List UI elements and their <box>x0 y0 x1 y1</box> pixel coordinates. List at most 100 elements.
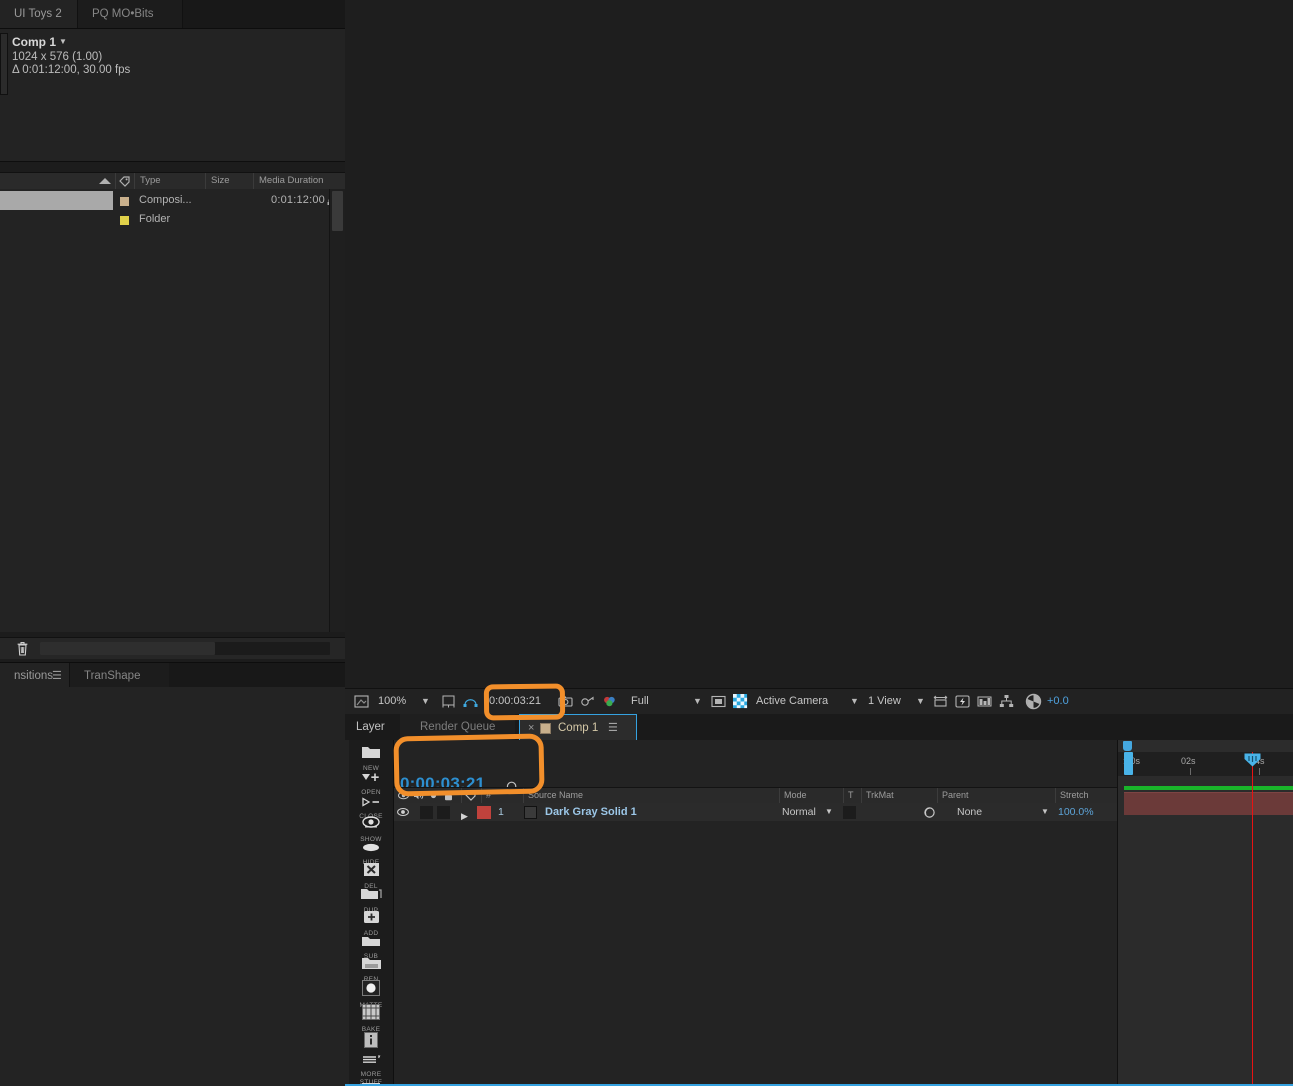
camera-view-value[interactable]: Active Camera <box>756 689 828 714</box>
table-row[interactable]: Folder <box>0 210 345 229</box>
timeline-layer-list <box>393 821 1163 1086</box>
resolution-chevron-down-icon[interactable]: ▼ <box>693 689 702 714</box>
label-tag-icon <box>119 176 130 187</box>
comp-color-swatch <box>540 723 551 734</box>
scrollbar-thumb[interactable] <box>40 642 215 655</box>
pixel-aspect-correction-icon[interactable] <box>933 694 948 709</box>
column-mode[interactable]: Mode <box>779 788 839 803</box>
fast-previews-icon[interactable] <box>955 694 970 709</box>
tool-new[interactable]: NEW <box>349 744 393 772</box>
table-row[interactable]: Composi... 0:01:12:00 <box>0 191 345 210</box>
column-index[interactable]: # <box>481 788 513 803</box>
work-area-start-icon[interactable] <box>1124 752 1133 775</box>
comp-name-row[interactable]: Comp 1 ▼ <box>12 35 130 51</box>
solo-toggle[interactable] <box>437 806 450 819</box>
tab-label: UI Toys 2 <box>14 8 62 20</box>
tab-comp-1[interactable]: × Comp 1 ☰ <box>519 714 637 740</box>
column-trkmat[interactable]: TrkMat <box>861 788 937 803</box>
magnification-value[interactable]: 100% <box>378 689 406 714</box>
project-vertical-scrollbar[interactable] <box>329 189 345 632</box>
audio-toggle[interactable] <box>420 806 433 819</box>
parent-chevron-down-icon[interactable]: ▼ <box>1041 803 1049 821</box>
item-name-cell[interactable] <box>0 210 113 229</box>
view-layout-chevron-down-icon[interactable]: ▼ <box>916 689 925 714</box>
sort-ascending-icon[interactable] <box>98 177 112 185</box>
layer-stretch[interactable]: 100.0% <box>1058 803 1094 821</box>
column-size[interactable]: Size <box>205 173 253 189</box>
subtract-folder-icon <box>362 937 380 946</box>
tool-ren[interactable]: REN <box>349 956 393 983</box>
eye-icon[interactable] <box>398 790 409 801</box>
work-area-bar[interactable] <box>1124 786 1293 790</box>
grid-and-guides-icon[interactable] <box>441 694 456 709</box>
project-horizontal-scrollbar[interactable] <box>40 642 330 655</box>
time-ruler[interactable]: :00s 02s 4s <box>1118 752 1293 777</box>
layer-label-color[interactable] <box>477 806 491 819</box>
lock-icon[interactable] <box>443 790 454 801</box>
timeline-graph-area[interactable]: :00s 02s 4s <box>1117 740 1293 1086</box>
view-layout-value[interactable]: 1 View <box>868 689 901 714</box>
layer-parent[interactable]: None <box>957 803 982 821</box>
tab-label: Layer <box>356 721 385 733</box>
current-time-indicator-icon[interactable] <box>1244 753 1261 767</box>
viewer-timecode[interactable]: 0:00:03:21 <box>489 689 541 714</box>
column-t[interactable]: T <box>843 788 861 803</box>
tab-render-queue[interactable]: Render Queue <box>400 714 516 740</box>
mask-path-visibility-icon[interactable] <box>463 694 478 709</box>
project-info-header: Comp 1 ▼ 1024 x 576 (1.00) Δ 0:01:12:00, … <box>0 29 345 162</box>
camera-view-chevron-down-icon[interactable]: ▼ <box>850 689 859 714</box>
comp-flowchart-icon[interactable] <box>999 694 1014 709</box>
table-row[interactable]: ▶ 1 Dark Gray Solid 1 Normal ▼ None ▼ 10… <box>393 803 1163 822</box>
transparency-grid-icon[interactable] <box>733 694 748 709</box>
item-type: Composi... <box>139 194 192 206</box>
column-name[interactable] <box>0 173 110 189</box>
tab-ui-toys-2[interactable]: UI Toys 2 <box>0 0 78 28</box>
time-navigator-start-handle[interactable] <box>1123 741 1132 751</box>
layer-duration-bar[interactable] <box>1124 792 1293 815</box>
item-name-cell[interactable] <box>0 191 113 210</box>
tool-open[interactable]: OPEN <box>349 770 393 796</box>
composition-viewer[interactable] <box>345 0 1293 688</box>
lower-left-panel-tabbar: nsitions ☰ TranShape <box>0 662 345 688</box>
timeline-track-area[interactable] <box>1118 776 1293 1086</box>
column-stretch[interactable]: Stretch <box>1055 788 1117 803</box>
tab-layer[interactable]: Layer <box>348 714 393 740</box>
solo-dot-icon[interactable] <box>428 790 439 801</box>
eye-icon[interactable] <box>397 806 409 818</box>
layer-mode[interactable]: Normal <box>782 803 816 821</box>
camera-snapshot-icon[interactable] <box>558 694 573 709</box>
column-parent[interactable]: Parent <box>937 788 1055 803</box>
column-type[interactable]: Type <box>134 173 204 189</box>
chevron-down-icon[interactable]: ▼ <box>59 35 67 49</box>
tab-pq-mobits[interactable]: PQ MO•Bits <box>78 0 183 28</box>
magnification-chevron-down-icon[interactable]: ▼ <box>421 689 430 714</box>
show-snapshot-icon[interactable] <box>580 694 595 709</box>
trash-icon[interactable] <box>15 641 30 656</box>
tool-show[interactable]: SHOW <box>349 816 393 843</box>
close-icon[interactable]: × <box>528 715 534 741</box>
resolution-value[interactable]: Full <box>631 689 649 714</box>
tab-transhape[interactable]: TranShape <box>70 663 169 688</box>
region-of-interest-icon[interactable] <box>354 694 369 709</box>
panel-menu-icon[interactable]: ☰ <box>52 663 62 689</box>
current-time-indicator-line <box>1252 752 1253 1086</box>
scrollbar-thumb[interactable] <box>332 191 343 231</box>
layer-t-toggle[interactable] <box>843 806 856 819</box>
region-of-interest-toggle-icon[interactable] <box>711 694 726 709</box>
tool-more[interactable] <box>349 1032 393 1053</box>
tool-add[interactable]: ADD <box>349 910 393 937</box>
timeline-icon[interactable] <box>977 694 992 709</box>
exposure-value[interactable]: +0.0 <box>1047 689 1069 714</box>
layer-source-name[interactable]: Dark Gray Solid 1 <box>545 803 637 821</box>
speaker-icon[interactable] <box>413 790 424 801</box>
tool-bake[interactable]: BAKE <box>349 1004 393 1033</box>
tab-label: Render Queue <box>420 721 496 733</box>
column-source-name[interactable]: Source Name <box>523 788 779 803</box>
parent-pickwhip-icon[interactable] <box>923 806 936 819</box>
column-media-duration[interactable]: Media Duration <box>253 173 345 189</box>
exposure-icon[interactable] <box>1025 693 1042 710</box>
show-channel-icon[interactable] <box>602 694 617 709</box>
mode-chevron-down-icon[interactable]: ▼ <box>825 803 833 821</box>
panel-menu-icon[interactable]: ☰ <box>608 715 618 741</box>
composition-canvas[interactable] <box>345 0 1293 688</box>
